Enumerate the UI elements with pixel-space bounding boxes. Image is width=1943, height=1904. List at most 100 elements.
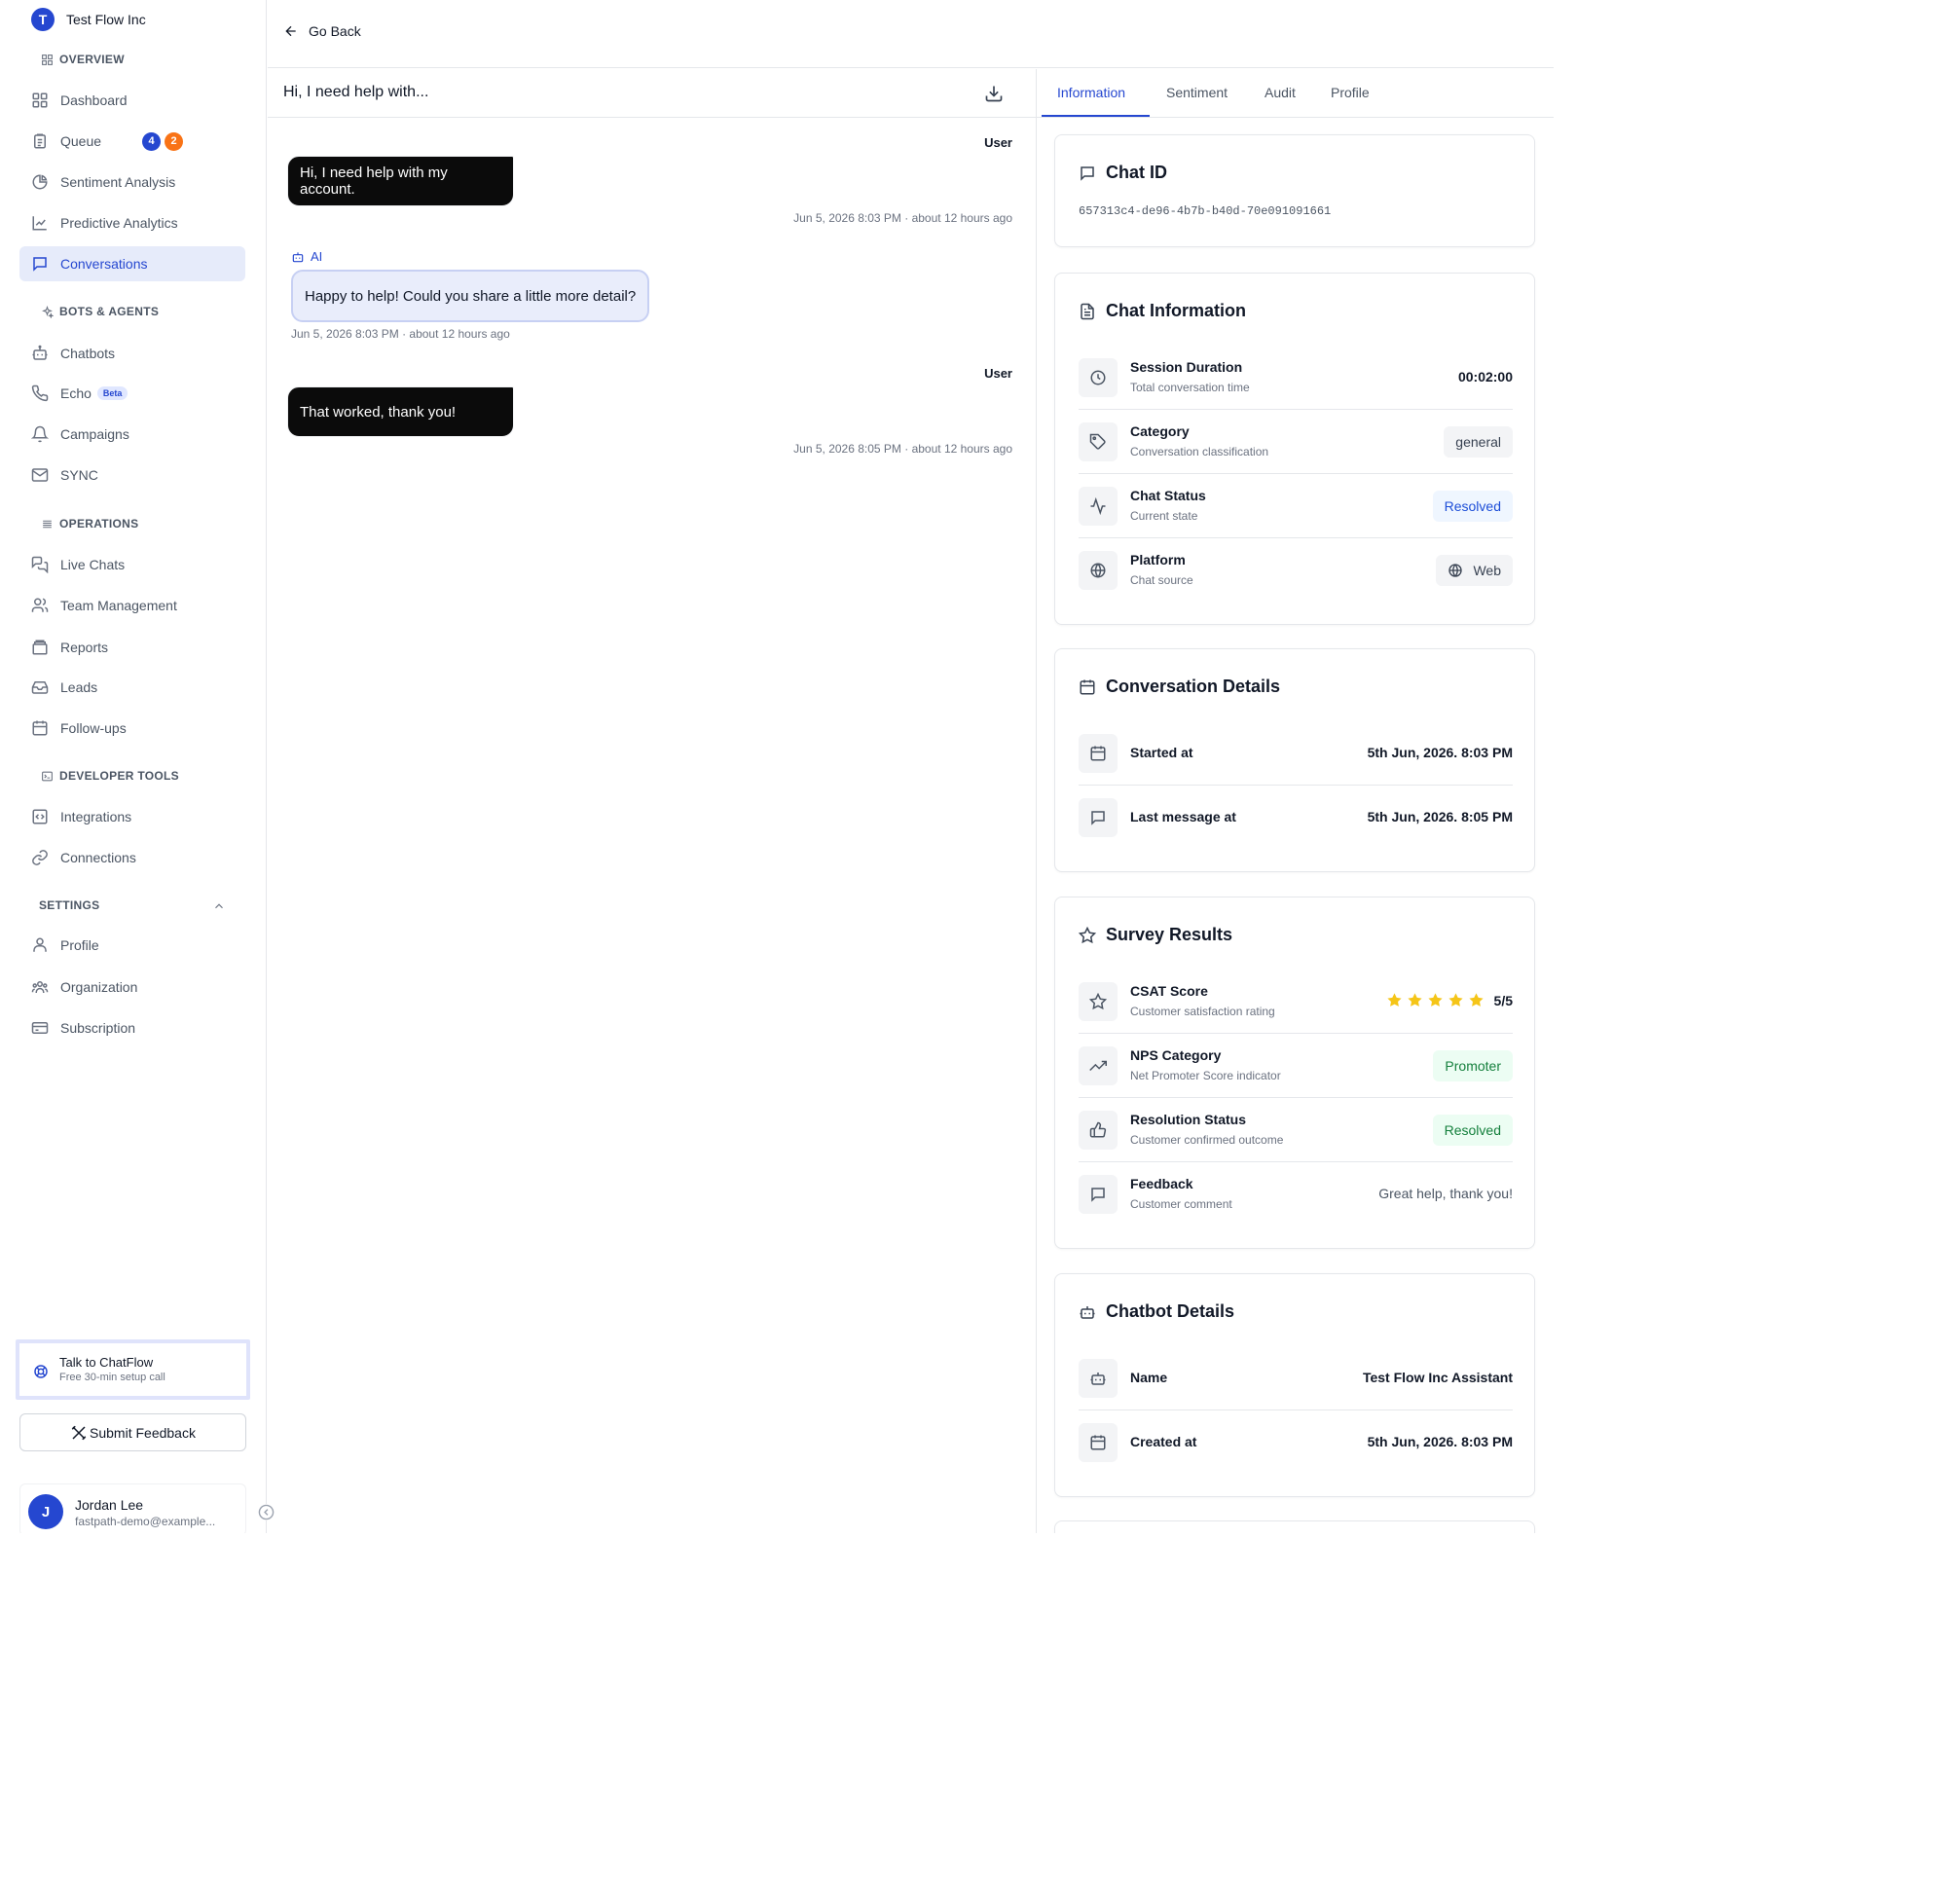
- user-email: fastpath-demo@example...: [75, 1515, 216, 1528]
- chatbot-name-value: Test Flow Inc Assistant: [1362, 1370, 1513, 1385]
- users-icon: [31, 598, 49, 612]
- sidebar-item-label: Follow-ups: [60, 720, 127, 736]
- bot-icon: [292, 251, 304, 262]
- sidebar-item-chatbots[interactable]: Chatbots: [19, 336, 245, 371]
- row-icon: [1079, 1111, 1118, 1150]
- sidebar-item-label: Leads: [60, 679, 98, 695]
- queue-badge-count: 4: [142, 131, 162, 151]
- sender-name: AI: [311, 249, 323, 264]
- scroll-down-arrow-icon[interactable]: [1557, 1520, 1558, 1529]
- file-text-icon: [1081, 303, 1094, 319]
- talk-to-chatflow-card[interactable]: Talk to ChatFlow Free 30-min setup call: [16, 1339, 250, 1400]
- sidebar-item-conversations[interactable]: Conversations: [19, 246, 245, 281]
- bell-icon: [31, 425, 49, 443]
- card-title-text: Conversation Details: [1106, 677, 1281, 696]
- info-row-status: Chat Status Current state Resolved: [1079, 474, 1513, 538]
- clock-icon: [1090, 370, 1106, 385]
- scroll-up-arrow-icon[interactable]: [1557, 4, 1558, 14]
- sidebar-item-queue[interactable]: Queue 4 2: [19, 124, 245, 159]
- layout-icon: [42, 54, 53, 65]
- globe-icon: [1090, 563, 1106, 578]
- sidebar-item-echo[interactable]: Echo Beta: [19, 376, 245, 411]
- star-icon: [1079, 926, 1096, 943]
- app: T Test Flow Inc OVERVIEW Dashboard Queue…: [0, 0, 1558, 1533]
- message-icon: [1091, 811, 1105, 825]
- started-at-value: 5th Jun, 2026. 8:03 PM: [1367, 745, 1513, 760]
- row-label: Session Duration: [1130, 359, 1243, 375]
- rating-star-icon: [1448, 993, 1463, 1007]
- sidebar-item-subscription[interactable]: Subscription: [19, 1010, 245, 1045]
- org-name: Test Flow Inc: [66, 12, 146, 27]
- section-settings[interactable]: SETTINGS: [39, 898, 99, 912]
- tools-icon: [71, 1425, 87, 1440]
- arrow-left-icon: [285, 25, 296, 37]
- chatbot-row-name: Name Test Flow Inc Assistant: [1079, 1346, 1513, 1410]
- globe-icon: [1448, 564, 1463, 577]
- scrollbar[interactable]: [1554, 0, 1558, 1533]
- sidebar-item-campaigns[interactable]: Campaigns: [19, 417, 245, 452]
- calendar-icon: [32, 720, 48, 736]
- top-bar: Go Back: [268, 0, 1554, 68]
- avatar: J: [28, 1494, 63, 1529]
- tab-sentiment[interactable]: Sentiment: [1166, 85, 1228, 100]
- sidebar-item-followups[interactable]: Follow-ups: [19, 711, 245, 746]
- card-title-text: Survey Results: [1106, 925, 1233, 944]
- section-label: SETTINGS: [39, 898, 100, 912]
- sidebar-item-connections[interactable]: Connections: [19, 840, 245, 875]
- mail-icon: [31, 468, 49, 482]
- sidebar-item-reports[interactable]: Reports: [19, 630, 245, 665]
- org-switcher[interactable]: T Test Flow Inc: [31, 6, 146, 33]
- sender-label: User: [984, 135, 1012, 150]
- message-bubble-ai: Happy to help! Could you share a little …: [291, 270, 650, 322]
- row-icon: [1079, 982, 1118, 1021]
- sidebar-item-label: Profile: [60, 937, 99, 953]
- submit-feedback-button[interactable]: Submit Feedback: [19, 1413, 246, 1451]
- row-label: CSAT Score: [1130, 983, 1208, 999]
- dashboard-icon: [32, 92, 48, 108]
- sidebar-item-label: Echo: [60, 385, 92, 401]
- sidebar-item-sentiment[interactable]: Sentiment Analysis: [19, 165, 245, 200]
- sidebar-item-sync[interactable]: SYNC: [19, 458, 245, 493]
- row-subtitle: Customer comment: [1130, 1197, 1232, 1211]
- detail-row-last-message: Last message at 5th Jun, 2026. 8:05 PM: [1079, 786, 1513, 850]
- talk-subtitle: Free 30-min setup call: [59, 1372, 165, 1383]
- chatbot-row-created: Created at 5th Jun, 2026. 8:03 PM: [1079, 1410, 1513, 1475]
- nps-badge: Promoter: [1433, 1050, 1513, 1081]
- go-back-label: Go Back: [309, 23, 361, 39]
- sidebar: T Test Flow Inc OVERVIEW Dashboard Queue…: [0, 0, 267, 1533]
- go-back-button[interactable]: Go Back: [283, 23, 361, 39]
- message-icon: [1091, 1188, 1105, 1202]
- sidebar-item-profile[interactable]: Profile: [19, 928, 245, 963]
- sidebar-item-label: Team Management: [60, 598, 177, 613]
- user-menu[interactable]: J Jordan Lee fastpath-demo@example...: [19, 1483, 246, 1533]
- row-label: Name: [1130, 1370, 1168, 1385]
- tab-information[interactable]: Information: [1057, 85, 1125, 100]
- sidebar-item-label: Connections: [60, 850, 136, 865]
- sidebar-item-live-chats[interactable]: Live Chats: [19, 547, 245, 582]
- sidebar-item-label: Predictive Analytics: [60, 215, 178, 231]
- link-icon: [32, 850, 48, 865]
- row-icon: [1079, 1175, 1118, 1214]
- calendar-icon: [1080, 679, 1095, 694]
- org-avatar: T: [31, 8, 55, 31]
- sidebar-item-label: Integrations: [60, 809, 132, 824]
- sidebar-item-predictive[interactable]: Predictive Analytics: [19, 205, 245, 240]
- sidebar-item-organization[interactable]: Organization: [19, 970, 245, 1005]
- inbox-icon: [31, 681, 49, 694]
- tab-profile[interactable]: Profile: [1331, 85, 1370, 100]
- bot-icon: [32, 345, 48, 360]
- sidebar-item-team[interactable]: Team Management: [19, 588, 245, 623]
- sidebar-item-label: Chatbots: [60, 346, 116, 361]
- chevron-up-icon[interactable]: [212, 899, 226, 913]
- sidebar-item-label: Sentiment Analysis: [60, 174, 176, 190]
- section-label: OPERATIONS: [59, 517, 139, 531]
- sidebar-item-label: SYNC: [60, 467, 98, 483]
- download-icon[interactable]: [984, 84, 1004, 103]
- chat-bubbles-icon: [31, 556, 49, 573]
- sidebar-item-integrations[interactable]: Integrations: [19, 799, 245, 834]
- sidebar-item-dashboard[interactable]: Dashboard: [19, 83, 245, 118]
- pie-chart-icon: [32, 174, 48, 190]
- tab-audit[interactable]: Audit: [1265, 85, 1296, 100]
- sidebar-item-leads[interactable]: Leads: [19, 670, 245, 705]
- queue-badge-alert: 2: [165, 131, 184, 151]
